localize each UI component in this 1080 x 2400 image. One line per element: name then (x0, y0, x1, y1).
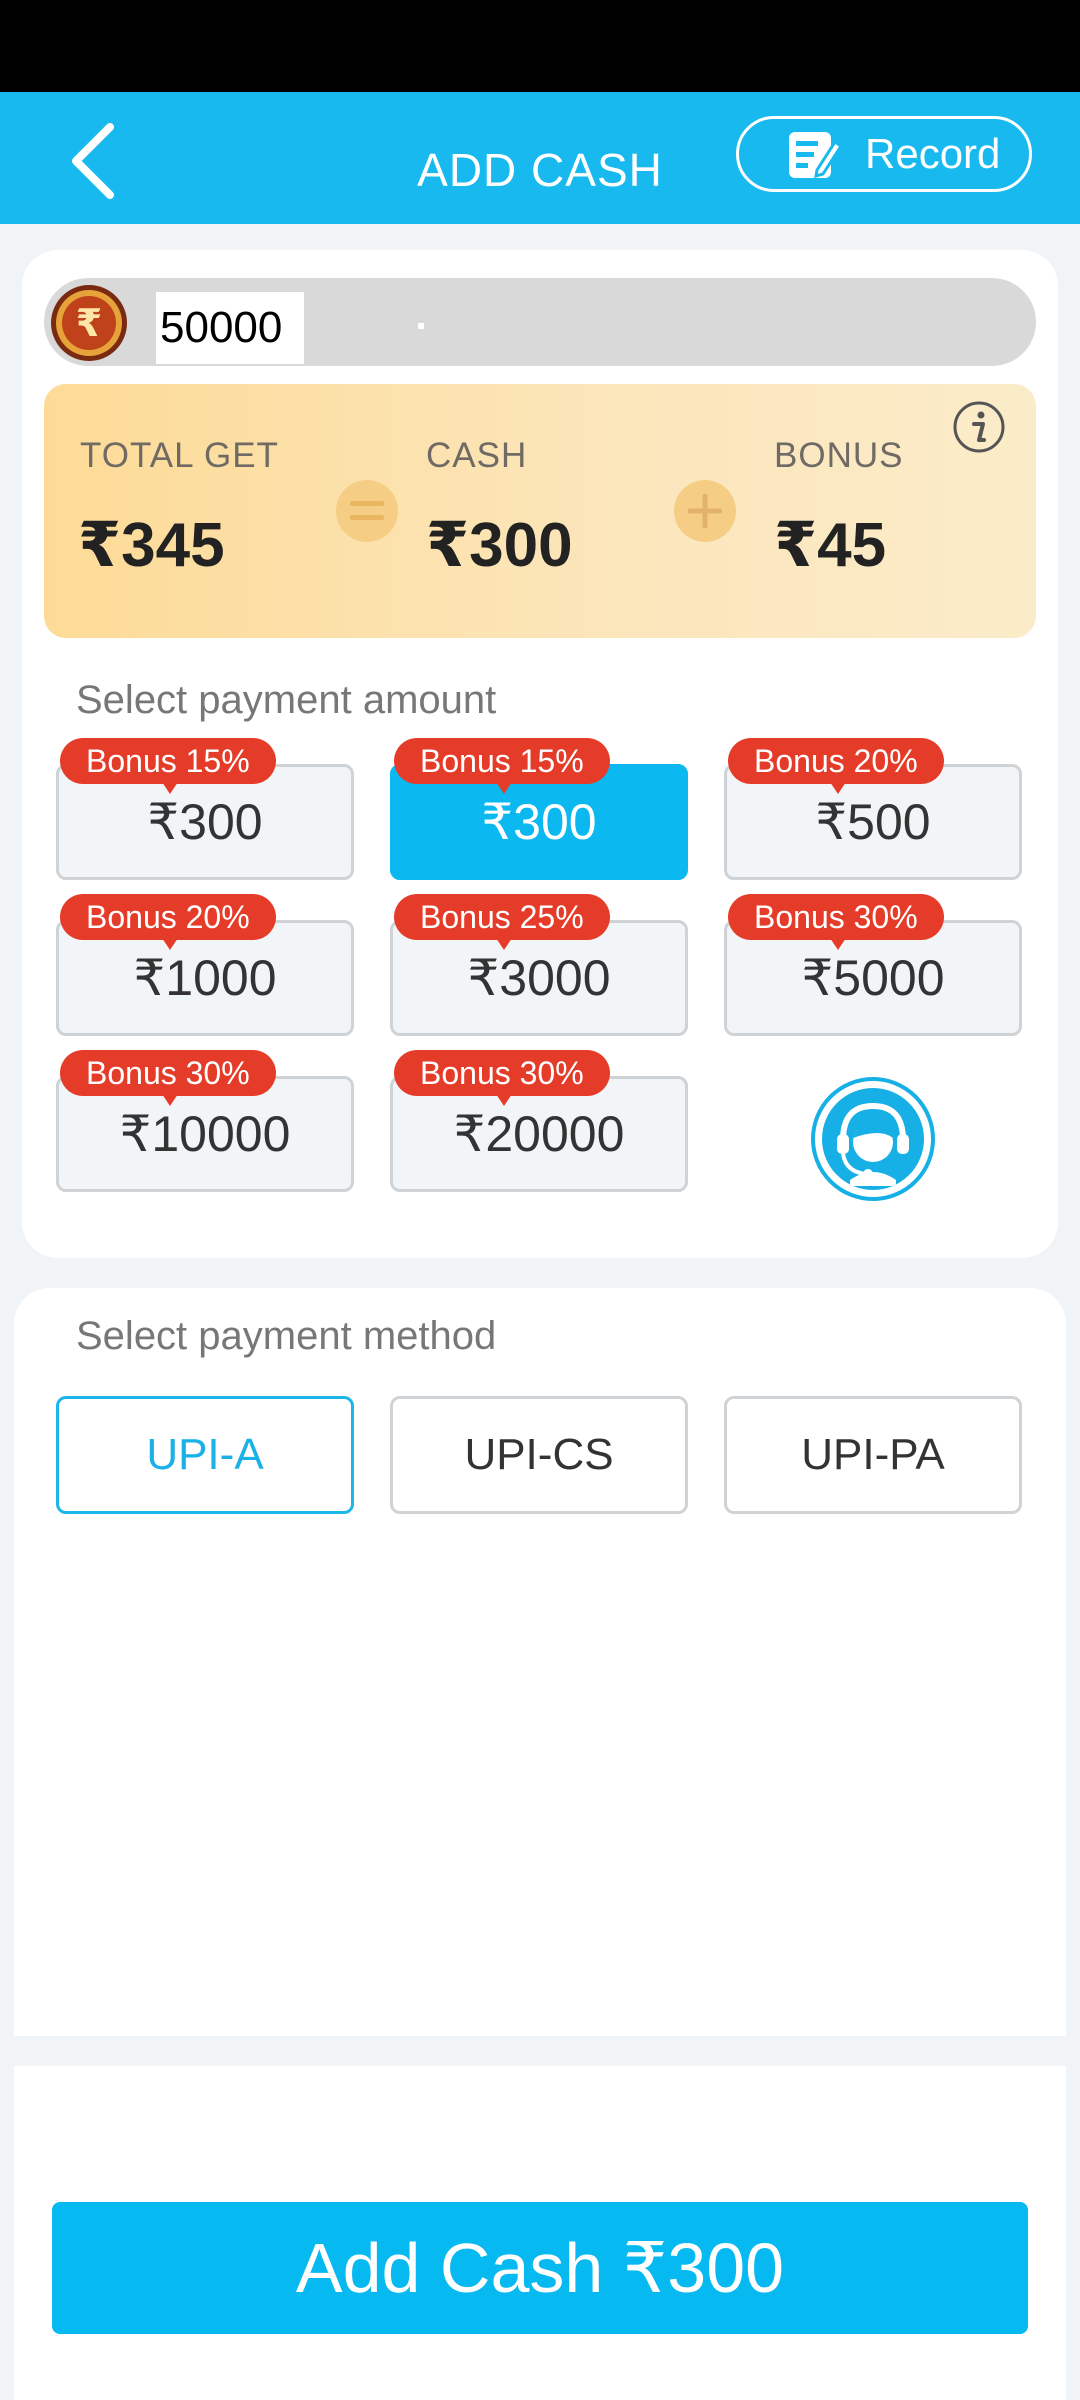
payment-amount-label: Select payment amount (76, 678, 497, 722)
amount-option-value: ₹300 (481, 794, 597, 850)
rupee-coin-icon: ₹ (51, 285, 127, 361)
input-cursor-dot (418, 323, 424, 329)
info-icon[interactable] (952, 400, 1006, 454)
bonus-value: ₹45 (774, 511, 887, 580)
bonus-tag: Bonus 15% (394, 738, 610, 794)
bonus-tag: Bonus 20% (60, 894, 276, 950)
amount-option-value: ₹300 (147, 794, 263, 850)
bonus-label: BONUS (774, 436, 904, 475)
amount-option-value: ₹3000 (467, 950, 611, 1006)
method-option-label: UPI-A (146, 1430, 264, 1479)
cash-label: CASH (426, 436, 528, 475)
cash-value: ₹300 (426, 511, 573, 580)
bonus-tag: Bonus 15% (60, 738, 276, 794)
header: ADD CASH Record (0, 92, 1080, 224)
record-button[interactable]: Record (736, 116, 1032, 192)
amount-option-value: ₹1000 (133, 950, 277, 1006)
back-button[interactable] (58, 116, 128, 206)
record-label: Record (865, 130, 1001, 177)
method-option-label: UPI-CS (464, 1430, 614, 1479)
bonus-tag: Bonus 30% (394, 1050, 610, 1106)
amount-option-value: ₹5000 (801, 950, 945, 1006)
add-cash-button[interactable]: Add Cash ₹300 (52, 2202, 1028, 2334)
payment-method-label: Select payment method (76, 1314, 497, 1358)
plus-icon (674, 480, 736, 542)
total-get-label: TOTAL GET (80, 436, 279, 475)
equals-icon (336, 480, 398, 542)
amount-option-value: ₹20000 (453, 1106, 625, 1162)
bonus-tag: Bonus 20% (728, 738, 944, 794)
method-option-upi-pa[interactable]: UPI-PA (724, 1396, 1022, 1514)
amount-input[interactable] (156, 292, 304, 364)
status-bar (0, 0, 1080, 92)
method-option-upi-cs[interactable]: UPI-CS (390, 1396, 688, 1514)
bonus-tag: Bonus 30% (728, 894, 944, 950)
method-option-upi-a[interactable]: UPI-A (56, 1396, 354, 1514)
amount-option-value: ₹10000 (119, 1106, 291, 1162)
method-option-label: UPI-PA (801, 1430, 945, 1479)
customer-support-icon[interactable] (810, 1076, 936, 1202)
svg-text:₹: ₹ (76, 301, 102, 345)
back-arrow-icon (72, 123, 114, 199)
total-get-value: ₹345 (78, 511, 225, 580)
record-edit-icon (789, 132, 843, 179)
bonus-tag: Bonus 25% (394, 894, 610, 950)
amount-option-value: ₹500 (815, 794, 931, 850)
bonus-tag: Bonus 30% (60, 1050, 276, 1106)
